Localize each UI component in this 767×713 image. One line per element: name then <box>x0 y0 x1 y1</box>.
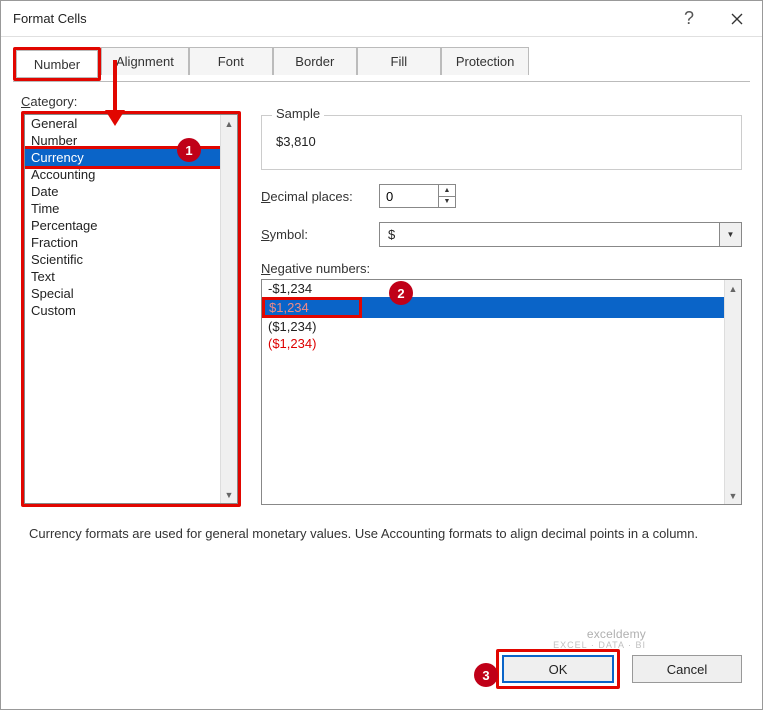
decimal-label: Decimal places: <box>261 189 371 204</box>
tab-border[interactable]: Border <box>273 47 357 75</box>
sample-group: Sample $3,810 <box>261 115 742 170</box>
close-icon[interactable] <box>712 1 762 37</box>
symbol-row: Symbol: $ ▼ <box>261 222 742 247</box>
list-item-selected[interactable]: $1,234 <box>262 297 741 318</box>
negative-list[interactable]: -$1,234 $1,234 ($1,234) ($1,234) ▲ ▼ <box>261 279 742 505</box>
sample-legend: Sample <box>272 106 324 121</box>
decimal-spinner[interactable]: ▲ ▼ <box>379 184 456 208</box>
scrollbar[interactable]: ▲ ▼ <box>724 280 741 504</box>
list-item[interactable]: Percentage <box>25 217 237 234</box>
cancel-button[interactable]: Cancel <box>632 655 742 683</box>
dialog-title: Format Cells <box>13 11 666 26</box>
help-icon[interactable]: ? <box>666 1 712 37</box>
list-item[interactable]: Scientific <box>25 251 237 268</box>
spinner-down-icon[interactable]: ▼ <box>439 197 455 208</box>
list-item[interactable]: Custom <box>25 302 237 319</box>
sample-value: $3,810 <box>276 130 727 149</box>
list-item[interactable]: Text <box>25 268 237 285</box>
symbol-label: Symbol: <box>261 227 371 242</box>
watermark: exceldemy EXCEL · DATA · BI <box>553 628 646 651</box>
scroll-up-icon[interactable]: ▲ <box>221 115 237 132</box>
callout-badge-1: 1 <box>177 138 201 162</box>
tab-content: Category: General Number Currency Accoun… <box>13 81 750 631</box>
chevron-down-icon[interactable]: ▼ <box>719 223 741 246</box>
description-text: Currency formats are used for general mo… <box>21 511 742 543</box>
symbol-value: $ <box>380 227 719 242</box>
settings-pane: Sample $3,810 Decimal places: ▲ ▼ <box>261 111 742 511</box>
format-cells-dialog: Format Cells ? Number Alignment Font Bor… <box>0 0 763 710</box>
symbol-combo[interactable]: $ ▼ <box>379 222 742 247</box>
list-item[interactable]: Fraction <box>25 234 237 251</box>
negative-label: Negative numbers: <box>261 261 742 276</box>
decimal-input[interactable] <box>380 185 438 207</box>
arrow-annotation <box>95 56 135 130</box>
tab-number-highlight: Number <box>13 47 101 81</box>
scrollbar[interactable]: ▲ ▼ <box>220 115 237 503</box>
scroll-down-icon[interactable]: ▼ <box>725 487 741 504</box>
spinner-arrows[interactable]: ▲ ▼ <box>438 185 455 207</box>
ok-button[interactable]: OK <box>502 655 614 683</box>
tab-number[interactable]: Number <box>16 50 98 78</box>
titlebar: Format Cells ? <box>1 1 762 37</box>
spinner-up-icon[interactable]: ▲ <box>439 185 455 197</box>
scroll-up-icon[interactable]: ▲ <box>725 280 741 297</box>
tab-protection[interactable]: Protection <box>441 47 530 75</box>
decimal-row: Decimal places: ▲ ▼ <box>261 184 742 208</box>
list-item[interactable]: Date <box>25 183 237 200</box>
list-item[interactable]: ($1,234) <box>262 335 741 352</box>
tab-fill[interactable]: Fill <box>357 47 441 75</box>
dialog-footer: 3 OK Cancel <box>1 631 762 709</box>
list-item[interactable]: -$1,234 <box>262 280 741 297</box>
category-list[interactable]: General Number Currency Accounting Date … <box>24 114 238 504</box>
callout-badge-2: 2 <box>389 281 413 305</box>
callout-badge-3: 3 <box>474 663 498 687</box>
tab-font[interactable]: Font <box>189 47 273 75</box>
list-item[interactable]: Special <box>25 285 237 302</box>
scroll-down-icon[interactable]: ▼ <box>221 486 237 503</box>
list-item-selected[interactable]: Currency <box>24 146 238 169</box>
list-item[interactable]: ($1,234) <box>262 318 741 335</box>
list-item[interactable]: Time <box>25 200 237 217</box>
ok-button-highlight: OK <box>496 649 620 689</box>
category-list-highlight: General Number Currency Accounting Date … <box>21 111 241 507</box>
